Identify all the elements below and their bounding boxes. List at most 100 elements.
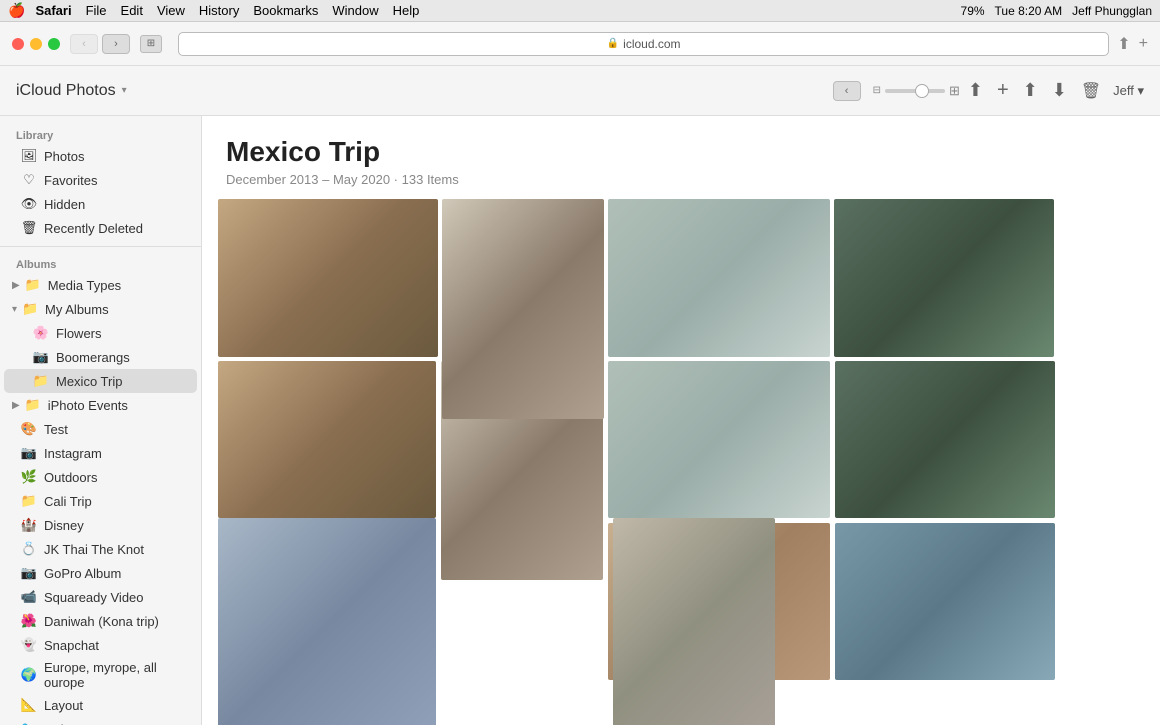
photo-cell[interactable] bbox=[608, 199, 830, 357]
sidebar-item-instagram[interactable]: 📷 Instagram bbox=[4, 441, 197, 465]
sidebar-photos-label: Photos bbox=[44, 149, 84, 164]
user-menu-button[interactable]: Jeff ▾ bbox=[1113, 83, 1144, 99]
photo-cell[interactable] bbox=[442, 199, 604, 419]
menu-history[interactable]: History bbox=[199, 3, 239, 18]
sidebar-item-twitter[interactable]: 🐦 Twitter bbox=[4, 717, 197, 725]
menu-safari[interactable]: Safari bbox=[35, 3, 71, 18]
sidebar-item-mexico-trip[interactable]: 📁 Mexico Trip bbox=[4, 369, 197, 393]
hidden-icon: 👁 bbox=[20, 195, 38, 213]
photo-cell[interactable] bbox=[834, 199, 1054, 357]
header-nav: ‹ bbox=[833, 81, 861, 101]
sidebar-my-albums-group[interactable]: ▾ 📁 My Albums bbox=[4, 297, 197, 321]
sidebar-item-recently-deleted[interactable]: 🗑 Recently Deleted bbox=[4, 216, 197, 240]
boomerangs-icon: 📷 bbox=[32, 348, 50, 366]
sidebar-item-gopro[interactable]: 📷 GoPro Album bbox=[4, 561, 197, 585]
menu-window[interactable]: Window bbox=[332, 3, 378, 18]
sidebar-item-jk-thai[interactable]: 💍 JK Thai The Knot bbox=[4, 537, 197, 561]
sidebar-item-favorites[interactable]: ♡ Favorites bbox=[4, 168, 197, 192]
photos-chevron[interactable]: ▾ bbox=[122, 85, 127, 96]
minimize-button[interactable] bbox=[30, 38, 42, 50]
sidebar-item-squaready[interactable]: 📹 Squaready Video bbox=[4, 585, 197, 609]
add-button[interactable]: + bbox=[997, 79, 1009, 102]
sidebar-iphoto-events-group[interactable]: ▶ 📁 iPhoto Events bbox=[4, 393, 197, 417]
my-albums-arrow: ▾ bbox=[12, 304, 17, 315]
apple-menu[interactable]: 🍎 bbox=[8, 2, 25, 19]
user-name: Jeff Phungglan bbox=[1072, 4, 1152, 18]
flowers-icon: 🌸 bbox=[32, 324, 50, 342]
menu-view[interactable]: View bbox=[157, 3, 185, 18]
item-count: 133 Items bbox=[402, 172, 459, 187]
favorites-icon: ♡ bbox=[20, 171, 38, 189]
share-photos-button[interactable]: ⬆ bbox=[1023, 80, 1038, 101]
zoom-track[interactable] bbox=[885, 89, 945, 93]
sidebar-item-cali-trip[interactable]: 📁 Cali Trip bbox=[4, 489, 197, 513]
photo-cell[interactable] bbox=[218, 199, 438, 357]
zoom-large-icon: ⊞ bbox=[949, 83, 960, 99]
sidebar-item-europe[interactable]: 🌍 Europe, myrope, all ourope bbox=[4, 657, 197, 693]
url-bar[interactable]: 🔒 icloud.com bbox=[178, 32, 1109, 56]
menubar-right: 79% Tue 8:20 AM Jeff Phungglan bbox=[961, 4, 1152, 18]
menu-file[interactable]: File bbox=[86, 3, 107, 18]
zoom-slider[interactable]: ⊟ ⊞ bbox=[873, 83, 960, 99]
back-button[interactable]: ‹ bbox=[70, 34, 98, 54]
sidebar-item-snapchat[interactable]: 👻 Snapchat bbox=[4, 633, 197, 657]
photo-cell-greenery[interactable] bbox=[218, 518, 436, 725]
sidebar-europe-label: Europe, myrope, all ourope bbox=[44, 660, 185, 690]
photo-cell-hotel[interactable] bbox=[613, 518, 775, 725]
subtitle-dot: · bbox=[394, 172, 398, 187]
sidebar-recently-deleted-label: Recently Deleted bbox=[44, 221, 143, 236]
close-button[interactable] bbox=[12, 38, 24, 50]
sidebar-cali-trip-label: Cali Trip bbox=[44, 494, 92, 509]
sidebar-item-flowers[interactable]: 🌸 Flowers bbox=[4, 321, 197, 345]
iphoto-arrow: ▶ bbox=[12, 400, 20, 411]
sidebar-item-hidden[interactable]: 👁 Hidden bbox=[4, 192, 197, 216]
sidebar-layout-label: Layout bbox=[44, 698, 83, 713]
menu-help[interactable]: Help bbox=[393, 3, 420, 18]
iphoto-events-icon: 📁 bbox=[24, 396, 42, 414]
sidebar-item-layout[interactable]: 📐 Layout bbox=[4, 693, 197, 717]
sidebar-item-disney[interactable]: 🏰 Disney bbox=[4, 513, 197, 537]
left-col-2 bbox=[218, 518, 436, 725]
fullscreen-button[interactable] bbox=[48, 38, 60, 50]
battery-status: 79% bbox=[961, 4, 985, 18]
layout-icon: 📐 bbox=[20, 696, 38, 714]
sidebar-toggle-button[interactable]: ⊞ bbox=[140, 35, 162, 53]
europe-icon: 🌍 bbox=[20, 666, 38, 684]
sidebar-outdoors-label: Outdoors bbox=[44, 470, 97, 485]
albums-section-header: Albums bbox=[0, 253, 201, 273]
squaready-icon: 📹 bbox=[20, 588, 38, 606]
forward-button[interactable]: › bbox=[102, 34, 130, 54]
recently-deleted-icon: 🗑 bbox=[20, 219, 38, 237]
sidebar-item-boomerangs[interactable]: 📷 Boomerangs bbox=[4, 345, 197, 369]
delete-button[interactable]: 🗑 bbox=[1081, 81, 1101, 101]
sidebar-favorites-label: Favorites bbox=[44, 173, 97, 188]
sidebar-jk-thai-label: JK Thai The Knot bbox=[44, 542, 144, 557]
photos-icon: 🖼 bbox=[20, 147, 38, 165]
titlebar: ‹ › ⊞ 🔒 icloud.com ⬆ + bbox=[0, 22, 1160, 66]
main-layout: Library 🖼 Photos ♡ Favorites 👁 Hidden 🗑 … bbox=[0, 116, 1160, 725]
sidebar-item-test[interactable]: 🎨 Test bbox=[4, 417, 197, 441]
sidebar: Library 🖼 Photos ♡ Favorites 👁 Hidden 🗑 … bbox=[0, 116, 202, 725]
sidebar-media-types-group[interactable]: ▶ 📁 Media Types bbox=[4, 273, 197, 297]
mexico-trip-icon: 📁 bbox=[32, 372, 50, 390]
sidebar-item-photos[interactable]: 🖼 Photos bbox=[4, 144, 197, 168]
header-back-button[interactable]: ‹ bbox=[833, 81, 861, 101]
upload-button[interactable]: ⬆ bbox=[968, 80, 983, 101]
test-icon: 🎨 bbox=[20, 420, 38, 438]
zoom-thumb[interactable] bbox=[915, 84, 929, 98]
photo-cell-beach[interactable] bbox=[835, 523, 1055, 680]
share-icon[interactable]: ⬆ bbox=[1117, 34, 1130, 54]
sidebar-item-daniwah[interactable]: 🌺 Daniwah (Kona trip) bbox=[4, 609, 197, 633]
new-tab-icon[interactable]: + bbox=[1139, 35, 1148, 53]
sidebar-iphoto-events-label: iPhoto Events bbox=[48, 398, 128, 413]
sidebar-item-outdoors[interactable]: 🌿 Outdoors bbox=[4, 465, 197, 489]
page-title: Mexico Trip bbox=[226, 136, 1136, 168]
daniwah-icon: 🌺 bbox=[20, 612, 38, 630]
menu-edit[interactable]: Edit bbox=[121, 3, 143, 18]
sidebar-twitter-label: Twitter bbox=[44, 722, 82, 725]
sidebar-my-albums-label: My Albums bbox=[45, 302, 109, 317]
photos-label: Photos bbox=[61, 82, 115, 99]
media-types-arrow: ▶ bbox=[12, 280, 20, 291]
download-button[interactable]: ⬇ bbox=[1052, 80, 1067, 101]
menu-bookmarks[interactable]: Bookmarks bbox=[253, 3, 318, 18]
